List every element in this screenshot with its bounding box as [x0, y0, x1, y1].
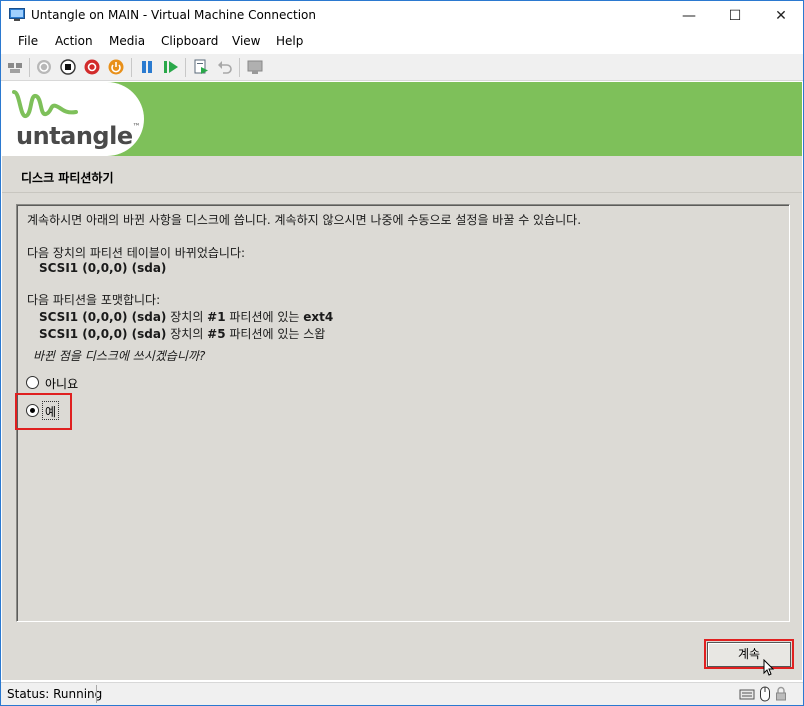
turn-off-icon[interactable] — [60, 59, 76, 75]
untangle-banner: untangle™ — [2, 82, 802, 156]
format-line-1-fs: ext4 — [303, 310, 334, 324]
format-line-2-mid: 장치의 — [166, 327, 208, 341]
menu-help[interactable]: Help — [276, 34, 303, 48]
keyboard-icon — [739, 689, 755, 700]
format-line-1-num: #1 — [207, 310, 226, 324]
status-text: Status: Running — [7, 687, 103, 701]
minimize-button[interactable]: — — [666, 1, 712, 31]
close-button[interactable]: ✕ — [758, 1, 804, 31]
lock-icon — [776, 686, 786, 701]
radio-yes-label[interactable]: 예 — [45, 403, 56, 420]
pause-icon[interactable] — [139, 59, 155, 75]
table-changed-device: SCSI1 (0,0,0) (sda) — [39, 261, 167, 275]
content-panel: 계속하시면 아래의 바뀐 사항을 디스크에 씁니다. 계속하지 않으시면 나중에… — [15, 204, 790, 622]
format-line-1-tail: 파티션에 있는 — [225, 310, 304, 324]
title-bar: Untangle on MAIN - Virtual Machine Conne… — [1, 1, 803, 31]
shutdown-icon[interactable] — [84, 59, 100, 75]
radio-no[interactable] — [26, 376, 39, 389]
toolbar-separator — [29, 58, 30, 77]
format-line-1-mid: 장치의 — [166, 310, 208, 324]
radio-yes[interactable] — [26, 404, 39, 417]
menu-view[interactable]: View — [232, 34, 260, 48]
toolbar-separator — [131, 58, 132, 77]
continue-button[interactable]: 계속 — [707, 642, 791, 667]
resume-icon[interactable] — [163, 59, 179, 75]
menu-file[interactable]: File — [18, 34, 38, 48]
confirm-question: 바뀐 점을 디스크에 쓰시겠습니까? — [33, 349, 206, 363]
format-header: 다음 파티션을 포맷합니다: — [27, 293, 161, 307]
untangle-logo: untangle™ — [16, 122, 141, 150]
format-line-2-device: SCSI1 (0,0,0) (sda) — [39, 327, 167, 341]
table-changed-header: 다음 장치의 파티션 테이블이 바뀌었습니다: — [27, 246, 246, 260]
menu-action[interactable]: Action — [55, 34, 93, 48]
mouse-cursor-icon — [763, 659, 775, 676]
format-line-2: SCSI1 (0,0,0) (sda) 장치의 #5 파티션에 있는 스왑 — [39, 325, 325, 342]
status-bar: Status: Running — [1, 682, 803, 705]
save-icon[interactable] — [108, 59, 124, 75]
format-line-2-tail: 파티션에 있는 스왑 — [225, 327, 326, 341]
start-icon[interactable] — [36, 59, 52, 75]
untangle-wave-icon — [12, 90, 78, 118]
status-separator — [96, 685, 97, 703]
checkpoint-icon[interactable] — [193, 59, 209, 75]
menu-clipboard[interactable]: Clipboard — [161, 34, 218, 48]
radio-no-label[interactable]: 아니요 — [45, 375, 78, 392]
vm-connection-icon — [9, 8, 25, 21]
menu-bar: File Action Media Clipboard View Help — [1, 31, 803, 53]
maximize-button[interactable]: ☐ — [712, 1, 758, 31]
revert-icon[interactable] — [217, 59, 233, 75]
ctrl-alt-del-icon[interactable] — [7, 59, 23, 75]
toolbar — [1, 54, 803, 81]
vm-screen[interactable]: untangle™ 디스크 파티션하기 계속하시면 아래의 바뀐 사항을 디스크… — [2, 82, 802, 680]
title-divider — [2, 192, 802, 193]
format-line-1: SCSI1 (0,0,0) (sda) 장치의 #1 파티션에 있는 ext4 — [39, 308, 333, 325]
logo-plate: untangle™ — [2, 82, 144, 156]
intro-text: 계속하시면 아래의 바뀐 사항을 디스크에 씁니다. 계속하지 않으시면 나중에… — [27, 213, 582, 227]
window-title: Untangle on MAIN - Virtual Machine Conne… — [31, 8, 316, 22]
mouse-icon — [760, 686, 770, 702]
vm-connection-window: Untangle on MAIN - Virtual Machine Conne… — [0, 0, 804, 706]
page-title: 디스크 파티션하기 — [21, 171, 114, 185]
radio-yes-dot — [30, 408, 35, 413]
format-line-2-num: #5 — [207, 327, 226, 341]
enhanced-session-icon[interactable] — [247, 59, 263, 75]
toolbar-separator — [239, 58, 240, 77]
format-line-1-device: SCSI1 (0,0,0) (sda) — [39, 310, 167, 324]
menu-media[interactable]: Media — [109, 34, 145, 48]
toolbar-separator — [185, 58, 186, 77]
